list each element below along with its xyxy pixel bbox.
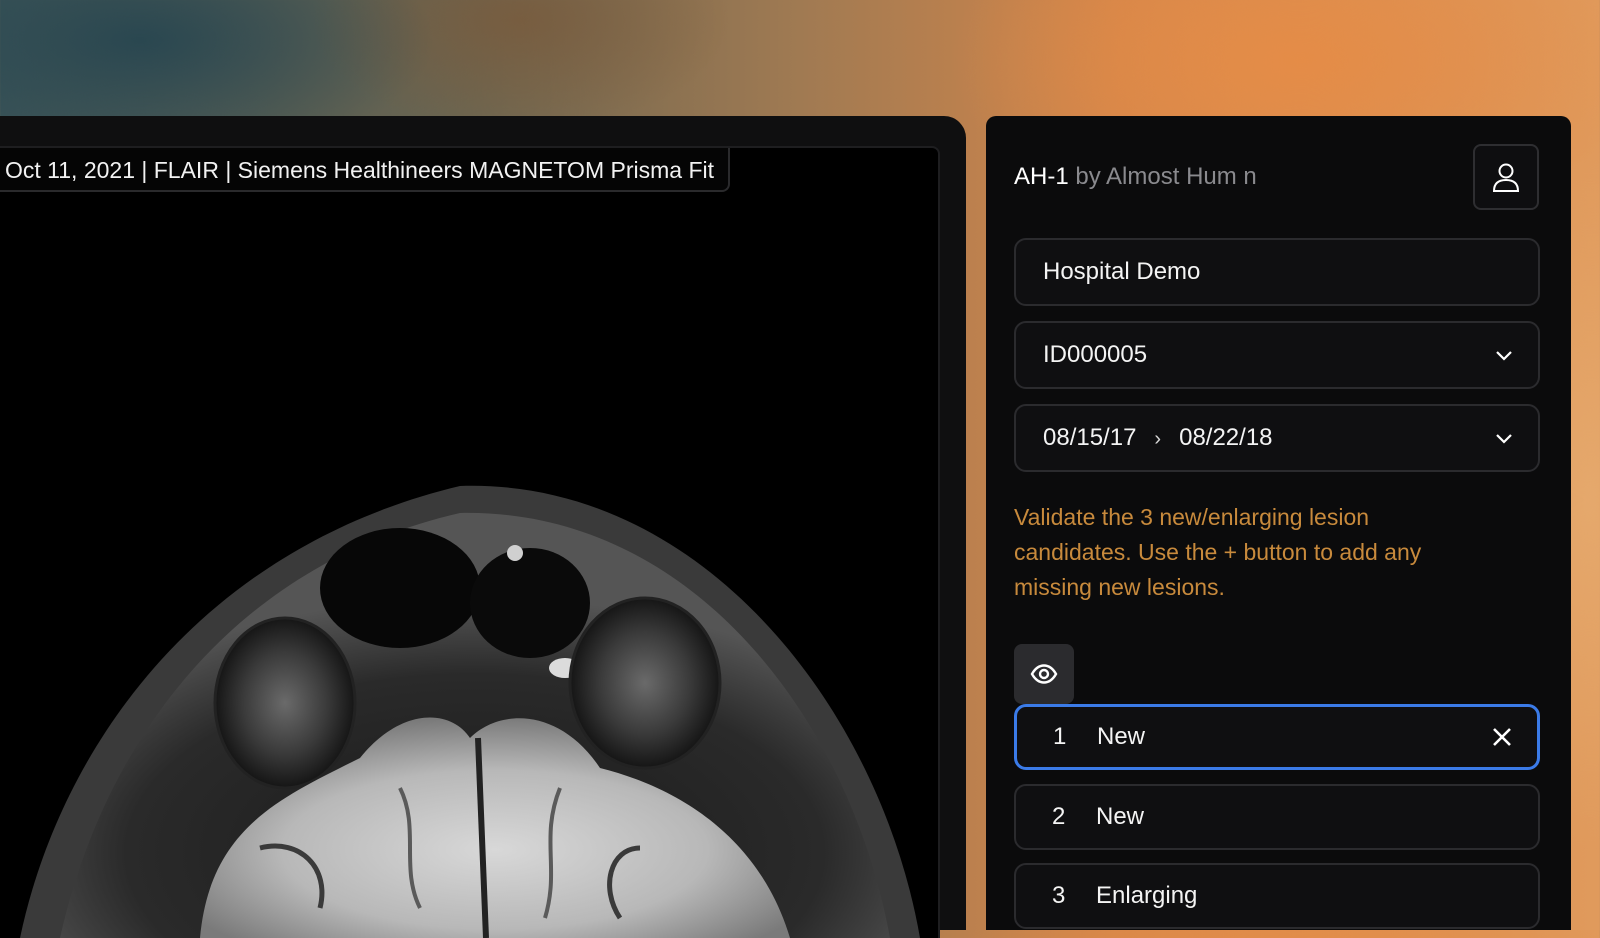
panel-title: AH-1 by Almost Hum n [1014,162,1257,192]
date-from: 08/15/17 [1043,424,1137,451]
patient-id-select[interactable]: ID000005 [1014,321,1540,389]
scan-viewer-card: Oct 11, 2021 | FLAIR | Siemens Healthine… [0,116,966,938]
lesion-number: 3 [1052,882,1066,909]
eye-icon [1030,664,1058,684]
instructions-text: Validate the 3 new/enlarging lesion cand… [1014,504,1422,600]
lesion-label: Enlarging [1096,882,1198,909]
lesion-label: New [1097,723,1146,750]
toggle-visibility-button[interactable] [1014,644,1074,704]
hospital-field[interactable]: Hospital Demo [1014,238,1540,306]
model-name: AH-1 [1014,163,1069,190]
close-icon[interactable] [1491,726,1513,748]
lesion-panel: AH-1 by Almost Hum n Hospital Demo ID000… [986,116,1571,930]
user-icon [1492,163,1520,192]
lesion-item-3[interactable]: 3 Enlarging [1014,863,1540,929]
date-range-select[interactable]: 08/15/17 › 08/22/18 [1014,404,1540,472]
model-vendor: by Almost Hum n [1075,163,1257,190]
lesion-item-2[interactable]: 2 New [1014,784,1540,850]
user-account-button[interactable] [1473,144,1539,210]
chevron-down-icon [1496,351,1512,361]
scan-info-header: Oct 11, 2021 | FLAIR | Siemens Healthine… [0,148,730,192]
scan-viewport[interactable]: Oct 11, 2021 | FLAIR | Siemens Healthine… [0,146,940,938]
lesion-item-1[interactable]: 1 New [1014,704,1540,770]
lesion-label: New [1096,803,1145,830]
lesion-number: 2 [1052,803,1066,830]
hospital-value: Hospital Demo [1043,258,1201,285]
date-to: 08/22/18 [1179,424,1273,451]
patient-id-value: ID000005 [1043,341,1148,368]
chevron-down-icon [1496,434,1512,444]
mri-image[interactable] [0,148,938,938]
lesion-number: 1 [1053,723,1067,750]
date-separator-icon: › [1154,428,1162,450]
